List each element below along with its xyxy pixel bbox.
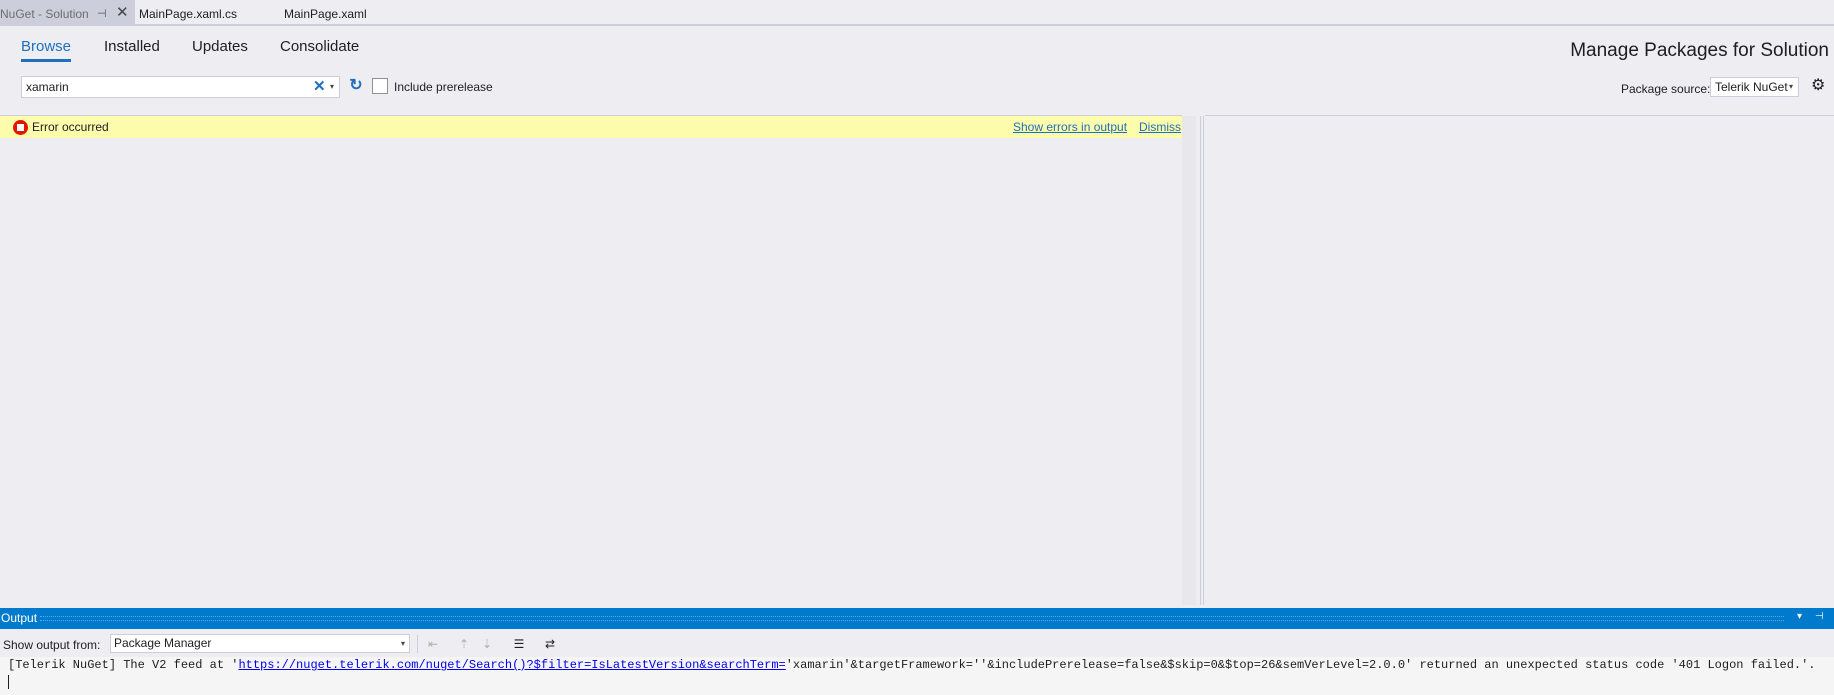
previous-message-icon[interactable]: ⇡ xyxy=(455,635,473,653)
output-line-suffix: 'xamarin'&targetFramework=''&includePrer… xyxy=(785,658,1816,672)
output-line-prefix: [Telerik NuGet] The V2 feed at ' xyxy=(8,658,239,672)
settings-gear-icon[interactable]: ⚙ xyxy=(1811,77,1825,95)
show-output-from-label: Show output from: xyxy=(3,638,101,652)
output-text-area[interactable]: [Telerik NuGet] The V2 feed at 'https://… xyxy=(0,657,1834,695)
package-list-pane: Error occurred Show errors in output Dis… xyxy=(0,115,1182,605)
doc-tab-nuget-solution[interactable]: NuGet - Solution ⊣ ✕ xyxy=(0,0,135,26)
dismiss-link[interactable]: Dismiss xyxy=(1139,120,1181,134)
toolbar-separator xyxy=(417,635,418,653)
show-errors-link[interactable]: Show errors in output xyxy=(1013,120,1127,134)
page-title: Manage Packages for Solution xyxy=(1570,40,1829,61)
refresh-icon[interactable]: ↻ xyxy=(347,77,365,95)
output-toolbar: Show output from: Package Manager ▾ ⇤ ⇡ … xyxy=(0,629,1834,657)
error-icon xyxy=(13,120,28,135)
search-history-dropdown-icon[interactable]: ▾ xyxy=(330,77,334,97)
tab-installed[interactable]: Installed xyxy=(104,38,160,55)
include-prerelease-checkbox[interactable] xyxy=(372,78,388,94)
clear-search-icon[interactable]: ✕ xyxy=(313,77,326,97)
search-box: ✕ ▾ xyxy=(21,76,340,98)
package-source-label: Package source: xyxy=(1621,82,1711,96)
tab-consolidate[interactable]: Consolidate xyxy=(280,38,359,55)
output-source-select[interactable]: Package Manager ▾ xyxy=(110,634,410,653)
pane-splitter[interactable] xyxy=(1200,116,1204,605)
output-title: Output xyxy=(1,611,38,625)
output-source-value: Package Manager xyxy=(114,636,212,650)
doc-tab-mainpage-xaml-cs[interactable]: MainPage.xaml.cs xyxy=(139,0,237,26)
doc-tab-label: NuGet - Solution xyxy=(0,7,89,21)
clear-all-icon[interactable]: ☰ xyxy=(510,635,528,653)
go-to-code-icon[interactable]: ⇤ xyxy=(424,635,442,653)
next-message-icon[interactable]: ⇣ xyxy=(478,635,496,653)
chevron-down-icon: ▾ xyxy=(1788,82,1793,91)
error-bar: Error occurred Show errors in output Dis… xyxy=(0,116,1182,138)
chevron-down-icon: ▾ xyxy=(400,639,405,648)
output-window-header: Output ▾ ⊣ xyxy=(0,608,1834,629)
toggle-word-wrap-icon[interactable]: ⇄ xyxy=(541,635,559,653)
pin-icon[interactable]: ⊣ xyxy=(97,0,107,28)
error-message: Error occurred xyxy=(32,120,109,134)
auto-hide-pin-icon[interactable]: ⊣ xyxy=(1815,611,1824,622)
doc-tab-mainpage-xaml[interactable]: MainPage.xaml xyxy=(284,0,367,26)
text-caret xyxy=(8,675,9,689)
tab-updates[interactable]: Updates xyxy=(192,38,248,55)
feed-url-link[interactable]: https://nuget.telerik.com/nuget/Search()… xyxy=(238,658,785,672)
package-details-pane xyxy=(1205,115,1834,605)
window-options-icon[interactable]: ▾ xyxy=(1797,611,1802,622)
drag-grip[interactable] xyxy=(40,616,1784,621)
package-source-value: Telerik NuGet xyxy=(1715,80,1788,94)
search-input[interactable] xyxy=(26,79,306,95)
output-line: [Telerik NuGet] The V2 feed at 'https://… xyxy=(8,658,1816,672)
package-source-select[interactable]: Telerik NuGet ▾ xyxy=(1710,77,1799,97)
close-icon[interactable]: ✕ xyxy=(116,0,129,27)
document-tab-strip: NuGet - Solution ⊣ ✕ MainPage.xaml.cs Ma… xyxy=(0,0,1834,26)
tab-browse[interactable]: Browse xyxy=(21,38,72,62)
package-list-scrollbar[interactable] xyxy=(1182,116,1196,605)
include-prerelease-label[interactable]: Include prerelease xyxy=(394,80,493,94)
